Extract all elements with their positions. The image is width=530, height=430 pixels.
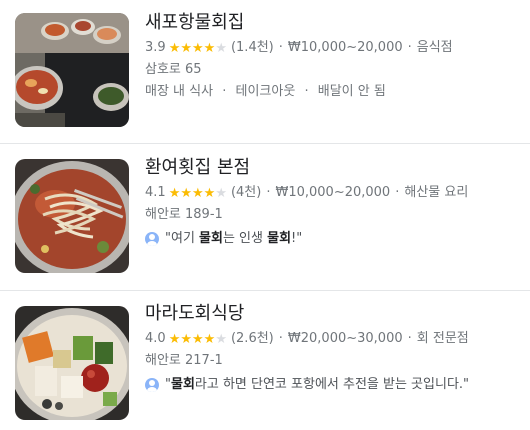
rating-value: 4.0: [145, 331, 166, 346]
review-count[interactable]: (1.4천): [231, 38, 274, 58]
place-name[interactable]: 마라도회식당: [145, 301, 520, 327]
reviewer-avatar-icon: [145, 378, 159, 392]
star-icon: ★: [215, 40, 227, 56]
review-text: "물회라고 하면 단연코 포항에서 추전을 받는 곳입니다.": [165, 375, 469, 395]
review-text-part: "여기: [165, 231, 200, 246]
divider: [0, 143, 530, 144]
price-range: ₩10,000~20,000: [275, 185, 391, 200]
review-text-part: 라고 하면 단연코 포항에서 추전을 받는 곳입니다.": [194, 377, 470, 392]
review-highlight: 물회: [199, 231, 223, 246]
place-address: 해안로 189-1: [145, 207, 223, 222]
review-snippet[interactable]: "여기 물회는 인생 물회!": [145, 229, 520, 249]
service-option: 매장 내 식사: [145, 84, 214, 99]
separator-dot: ·: [407, 40, 412, 55]
separator-dot: ·: [304, 84, 309, 99]
star-rating: ★ ★ ★ ★ ★: [169, 333, 227, 346]
review-text-part: !": [291, 231, 303, 246]
rating-value: 3.9: [145, 40, 166, 55]
noodle-photo-icon[interactable]: [15, 159, 129, 273]
star-icon: ★: [168, 40, 181, 56]
star-icon: ★: [203, 331, 216, 347]
reviewer-avatar-icon: [145, 232, 159, 246]
separator-dot: ·: [278, 331, 283, 346]
star-icon: ★: [180, 185, 192, 201]
star-icon: ★: [192, 331, 204, 347]
separator-dot: ·: [407, 331, 412, 346]
noodle-photo-image: [15, 159, 129, 273]
place-address: 삼호로 65: [145, 62, 202, 77]
star-icon: ★: [203, 185, 216, 201]
star-icon: ★: [168, 185, 181, 201]
food-photo-icon[interactable]: [15, 13, 129, 127]
result-card[interactable]: 마라도회식당 4.0 ★ ★ ★ ★ ★ (2.6천) · ₩20,000~30…: [0, 291, 530, 430]
star-rating: ★ ★ ★ ★ ★: [169, 187, 227, 200]
star-icon: ★: [180, 40, 192, 56]
result-info: 마라도회식당 4.0 ★ ★ ★ ★ ★ (2.6천) · ₩20,000~30…: [145, 301, 520, 395]
service-option: 테이크아웃: [235, 84, 296, 99]
result-info: 환여횟집 본점 4.1 ★ ★ ★ ★ ★ (4천) · ₩10,000~20,…: [145, 155, 520, 249]
review-count[interactable]: (2.6천): [231, 329, 274, 349]
separator-dot: ·: [222, 84, 227, 99]
review-text: "여기 물회는 인생 물회!": [165, 229, 302, 249]
place-category: 해산물 요리: [404, 185, 469, 200]
rating-value: 4.1: [145, 185, 166, 200]
place-category: 음식점: [416, 40, 453, 55]
star-icon: ★: [168, 331, 181, 347]
star-icon: ★: [192, 185, 204, 201]
separator-dot: ·: [266, 185, 271, 200]
review-highlight: 물회: [170, 377, 195, 392]
star-icon: ★: [215, 185, 227, 201]
raw-fish-bowl-photo-image: [15, 306, 129, 420]
review-snippet[interactable]: "물회라고 하면 단연코 포항에서 추전을 받는 곳입니다.": [145, 375, 520, 395]
place-address: 해안로 217-1: [145, 353, 223, 368]
result-info: 새포항물회집 3.9 ★ ★ ★ ★ ★ (1.4천) · ₩10,000~20…: [145, 10, 520, 102]
place-name[interactable]: 새포항물회집: [145, 10, 520, 36]
review-count[interactable]: (4천): [231, 183, 261, 203]
price-range: ₩10,000~20,000: [287, 40, 403, 55]
review-highlight: 물회: [267, 231, 292, 246]
place-meta: 4.0 ★ ★ ★ ★ ★ (2.6천) · ₩20,000~30,000 · …: [145, 329, 520, 349]
star-icon: ★: [203, 40, 216, 56]
separator-dot: ·: [278, 40, 283, 55]
star-icon: ★: [192, 40, 204, 56]
result-card[interactable]: 새포항물회집 3.9 ★ ★ ★ ★ ★ (1.4천) · ₩10,000~20…: [0, 0, 530, 145]
food-photo-image: [15, 13, 129, 127]
service-option: 배달이 안 됨: [317, 84, 386, 99]
star-rating: ★ ★ ★ ★ ★: [169, 42, 227, 55]
raw-fish-bowl-photo-icon[interactable]: [15, 306, 129, 420]
place-name[interactable]: 환여횟집 본점: [145, 155, 520, 181]
place-category: 회 전문점: [416, 331, 469, 346]
place-meta: 4.1 ★ ★ ★ ★ ★ (4천) · ₩10,000~20,000 · 해산…: [145, 183, 520, 203]
search-results-list: 새포항물회집 3.9 ★ ★ ★ ★ ★ (1.4천) · ₩10,000~20…: [0, 0, 530, 430]
review-text-part: 는 인생: [222, 231, 268, 246]
star-icon: ★: [180, 331, 192, 347]
service-options: 매장 내 식사 · 테이크아웃 · 배달이 안 됨: [145, 82, 520, 102]
separator-dot: ·: [395, 185, 400, 200]
place-meta: 3.9 ★ ★ ★ ★ ★ (1.4천) · ₩10,000~20,000 · …: [145, 38, 520, 58]
price-range: ₩20,000~30,000: [287, 331, 403, 346]
star-icon: ★: [215, 331, 227, 347]
result-card[interactable]: 환여횟집 본점 4.1 ★ ★ ★ ★ ★ (4천) · ₩10,000~20,…: [0, 145, 530, 290]
